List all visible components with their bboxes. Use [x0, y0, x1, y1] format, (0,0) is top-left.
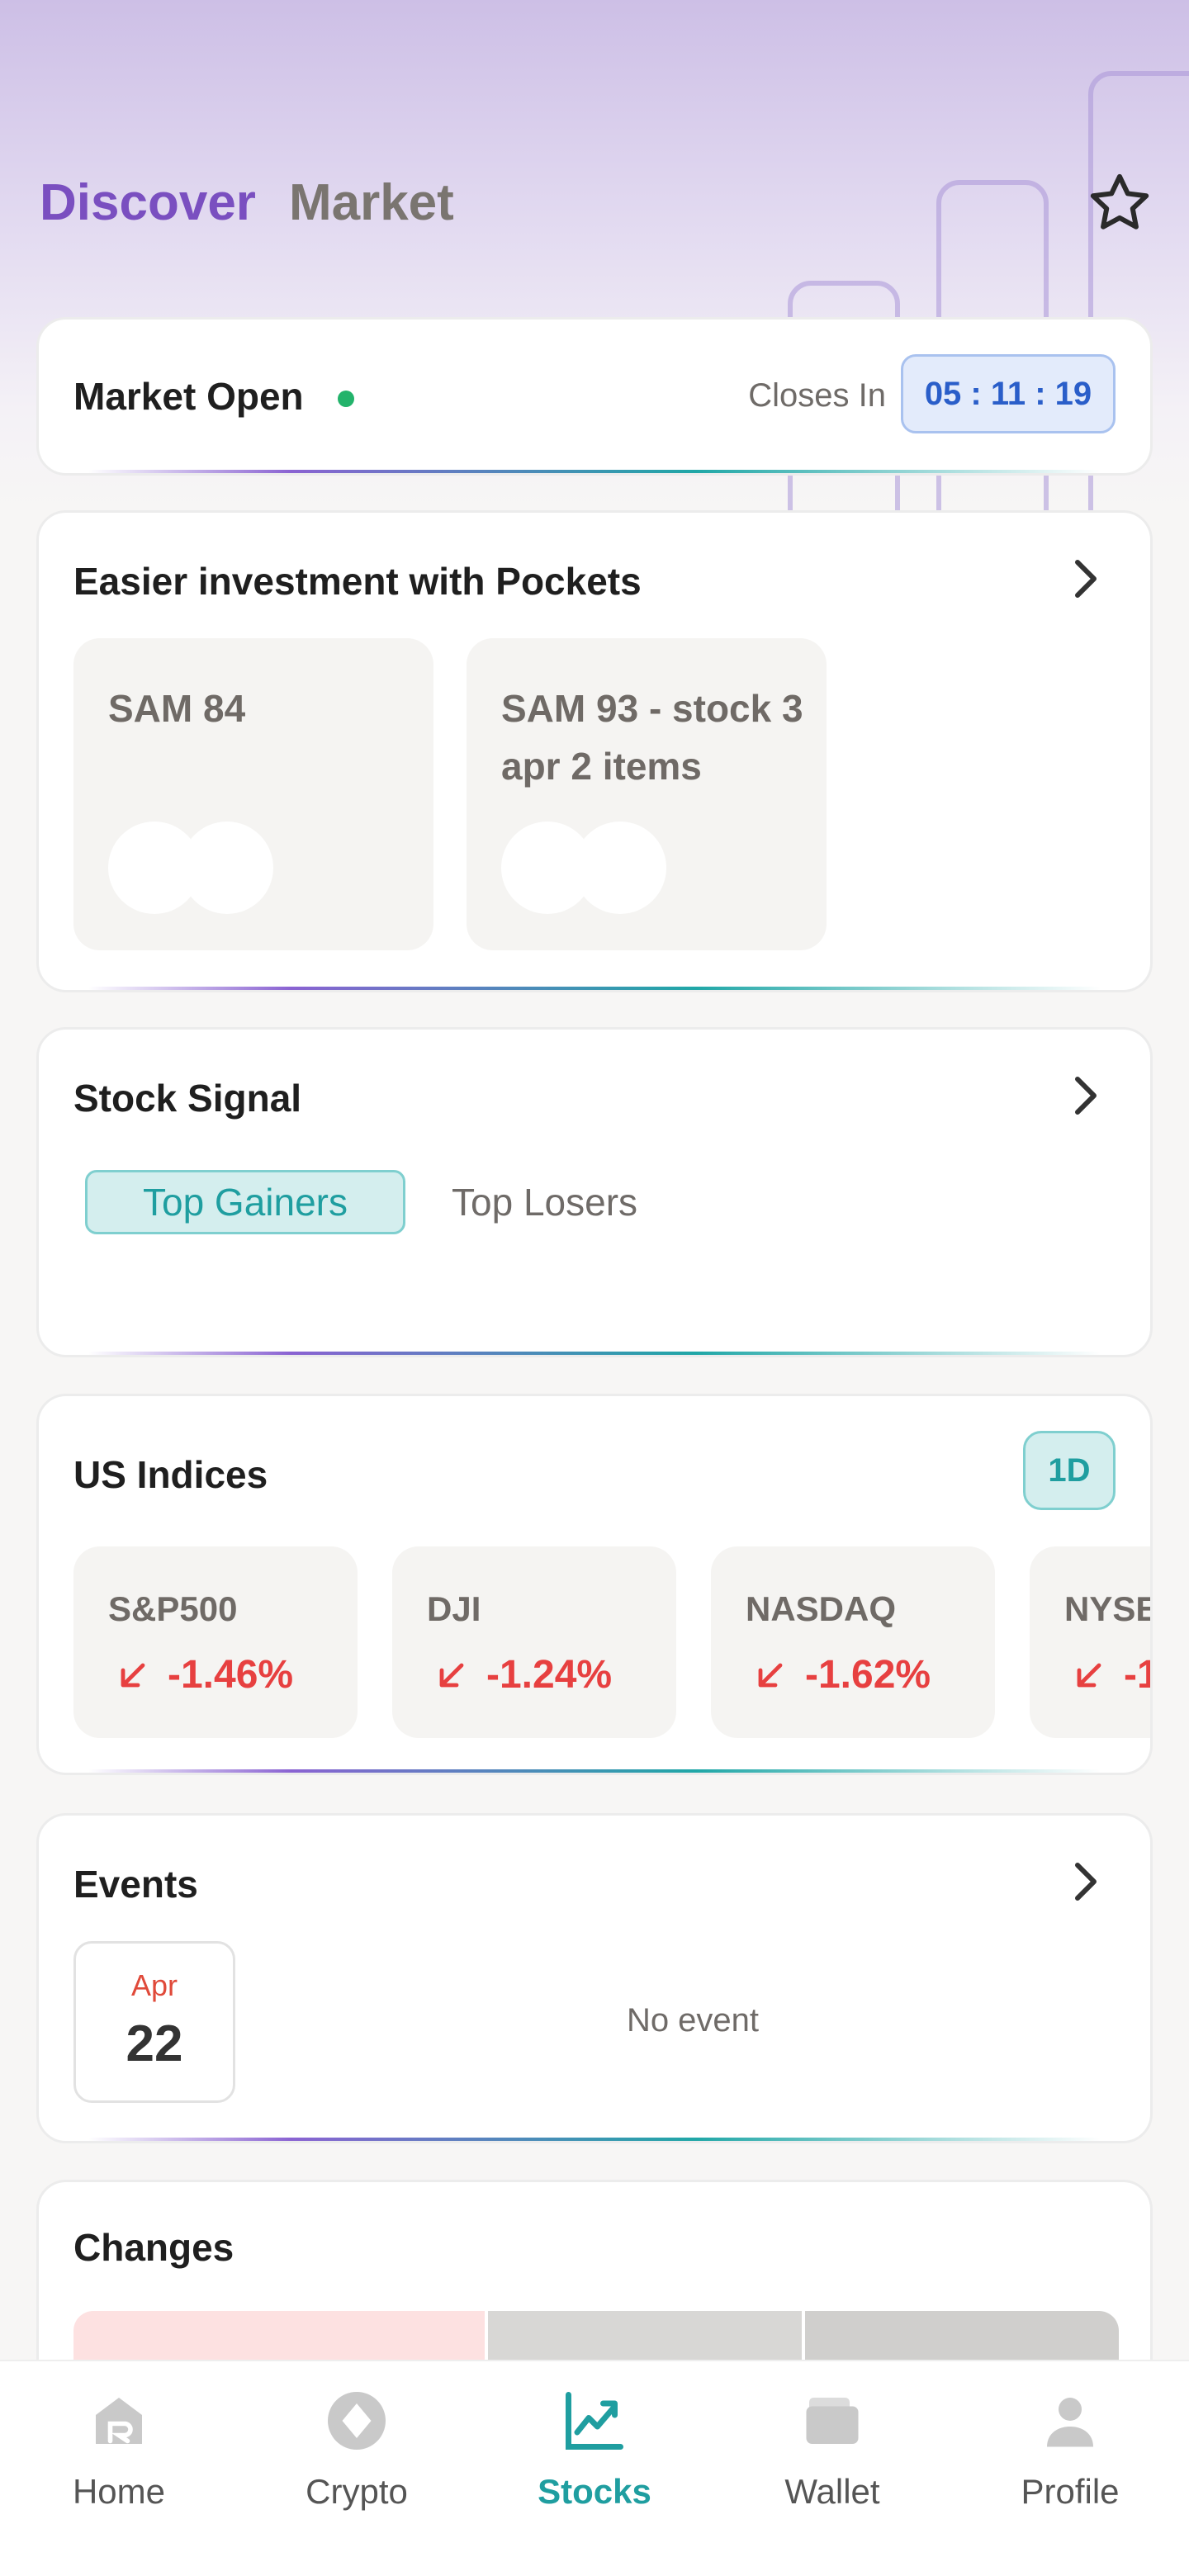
bottom-navigation: Home Crypto Stocks Wallet Profile: [0, 2360, 1189, 2576]
events-card: Events Apr 22 No event: [36, 1813, 1153, 2143]
star-icon[interactable]: [1085, 168, 1154, 238]
tab-top-losers[interactable]: Top Losers: [452, 1180, 637, 1224]
index-change: -1.62%: [805, 1653, 931, 1697]
event-day: 22: [126, 2015, 183, 2072]
arrow-down-left-icon: [439, 1663, 464, 1687]
index-name: DJI: [427, 1589, 481, 1628]
us-indices-title: US Indices: [73, 1453, 268, 1496]
index-card-nyse[interactable]: NYSE -1: [1030, 1546, 1153, 1738]
changes-title: Changes: [73, 2226, 234, 2269]
chevron-right-icon[interactable]: [1069, 556, 1102, 602]
crypto-icon: [328, 2392, 386, 2450]
index-change: -1.24%: [486, 1653, 613, 1697]
nav-home[interactable]: Home: [0, 2361, 238, 2576]
index-name: NYSE: [1064, 1589, 1153, 1628]
arrow-down-left-icon: [758, 1663, 783, 1687]
index-change: -1.46%: [168, 1653, 294, 1697]
chevron-right-icon[interactable]: [1069, 1859, 1102, 1905]
nav-label: Home: [72, 2472, 166, 2511]
index-change-row: -1.24%: [435, 1652, 612, 1698]
chevron-right-icon[interactable]: [1069, 1073, 1102, 1119]
tab-discover[interactable]: Discover: [40, 173, 256, 232]
nav-profile[interactable]: Profile: [951, 2361, 1189, 2576]
market-status-dot: [338, 391, 354, 407]
index-change: -1: [1124, 1653, 1150, 1697]
page-header: Discover Market: [40, 165, 1154, 239]
event-month: Apr: [130, 1968, 178, 2002]
wallet-icon: [806, 2398, 859, 2444]
index-change-row: -1.62%: [754, 1652, 931, 1698]
no-event-text: No event: [626, 2002, 760, 2039]
arrow-down-left-icon: [121, 1663, 145, 1687]
pocket-asset-avatar: [574, 822, 666, 914]
us-indices-card: US Indices 1D S&P500 -1.46% DJI -1.24% N…: [36, 1394, 1153, 1775]
tab-top-gainers[interactable]: Top Gainers: [85, 1170, 405, 1234]
market-status-card: Market Open Closes In 05 : 11 : 19: [36, 317, 1153, 476]
nav-label: Crypto: [306, 2472, 408, 2511]
pocket-name: SAM 84: [108, 687, 246, 730]
nav-label: Wallet: [784, 2472, 880, 2511]
events-title: Events: [73, 1863, 198, 1906]
stocks-chart-icon: [566, 2392, 623, 2450]
nav-wallet[interactable]: Wallet: [713, 2361, 951, 2576]
countdown-timer: 05 : 11 : 19: [901, 354, 1116, 433]
period-selector[interactable]: 1D: [1023, 1431, 1116, 1510]
closes-in-label: Closes In: [748, 377, 886, 414]
index-change-row: -1: [1073, 1652, 1150, 1698]
stock-signal-title: Stock Signal: [73, 1077, 302, 1120]
pockets-card[interactable]: Easier investment with Pockets SAM 84 SA…: [36, 510, 1153, 992]
stock-signal-card: Stock Signal Top Gainers Top Losers: [36, 1027, 1153, 1357]
tab-market[interactable]: Market: [289, 173, 454, 232]
pocket-card[interactable]: SAM 84: [73, 638, 433, 950]
index-name: S&P500: [108, 1589, 238, 1628]
nav-label: Stocks: [538, 2472, 651, 2511]
nav-crypto[interactable]: Crypto: [238, 2361, 476, 2576]
nav-stocks[interactable]: Stocks: [476, 2361, 713, 2576]
arrow-down-left-icon: [1077, 1663, 1101, 1687]
index-card-nasdaq[interactable]: NASDAQ -1.62%: [711, 1546, 995, 1738]
index-card-dji[interactable]: DJI -1.24%: [392, 1546, 676, 1738]
home-icon: [96, 2398, 142, 2444]
pockets-title: Easier investment with Pockets: [73, 560, 642, 603]
index-card-sp500[interactable]: S&P500 -1.46%: [73, 1546, 358, 1738]
profile-icon: [1047, 2398, 1093, 2447]
pocket-card[interactable]: SAM 93 - stock 3 apr 2 items: [467, 638, 827, 950]
event-date[interactable]: Apr 22: [73, 1941, 235, 2103]
pocket-asset-avatar: [181, 822, 273, 914]
pocket-name: SAM 93 - stock 3 apr 2 items: [501, 687, 803, 788]
nav-label: Profile: [1021, 2472, 1120, 2511]
index-change-row: -1.46%: [116, 1652, 293, 1698]
index-name: NASDAQ: [746, 1589, 897, 1628]
market-status-label: Market Open: [73, 375, 304, 418]
